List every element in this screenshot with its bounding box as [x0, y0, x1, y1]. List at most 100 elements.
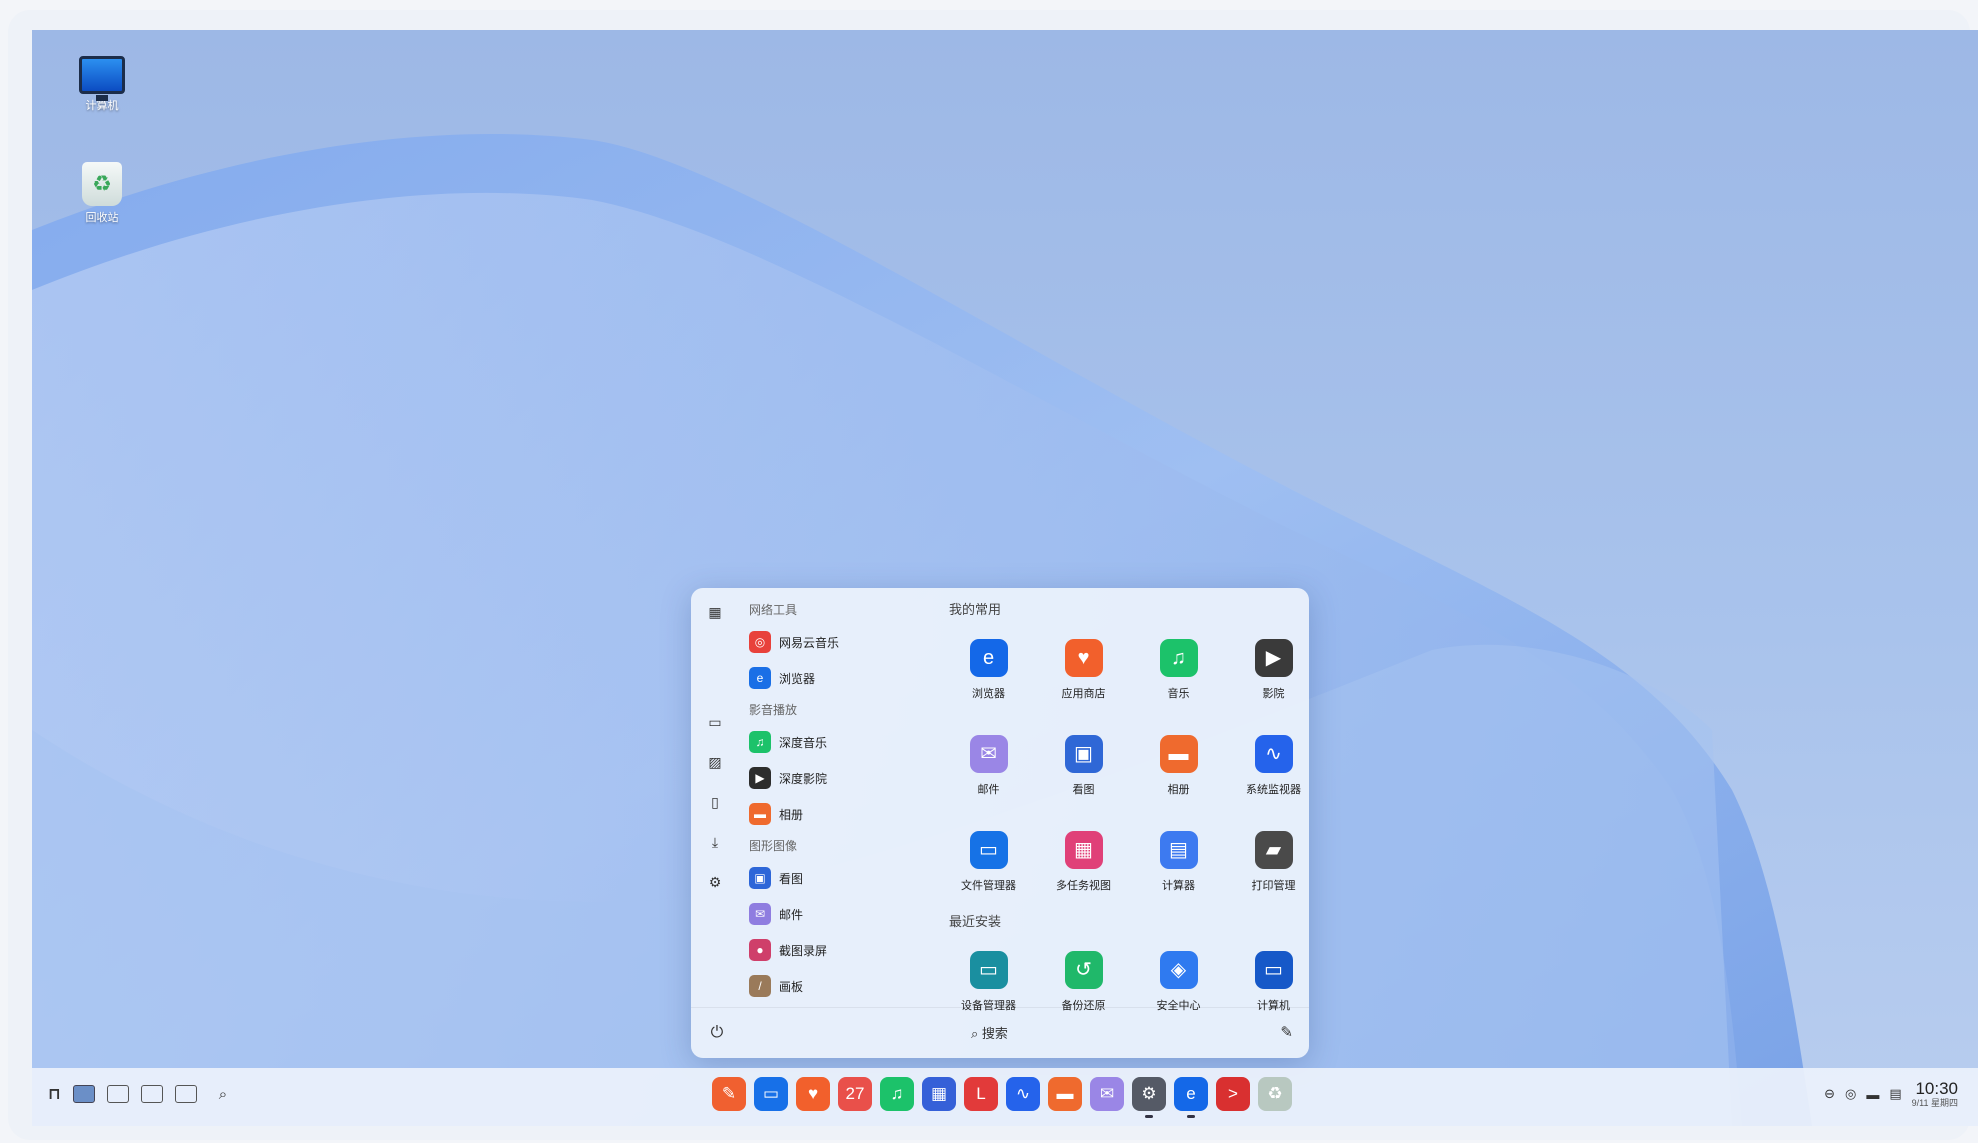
app-icon: ▶ — [749, 767, 771, 789]
input-method-icon[interactable]: ▤ — [1889, 1086, 1901, 1102]
volume-icon[interactable]: ◎ — [1845, 1086, 1856, 1102]
workspace-3[interactable] — [140, 1085, 163, 1103]
grid-app-label: 影院 — [1262, 688, 1285, 700]
app-icon: ▣ — [749, 867, 771, 889]
grid-app-item[interactable]: ✉ 邮件 — [941, 718, 1036, 814]
app-list-label: 相册 — [779, 807, 804, 822]
app-icon: ▭ — [1254, 951, 1293, 989]
grid-app-label: 音乐 — [1167, 688, 1190, 700]
app-icon: ✉ — [969, 735, 1008, 773]
grid-app-item[interactable]: ♥ 应用商店 — [1036, 622, 1131, 718]
app-list-label: 浏览器 — [779, 671, 816, 686]
document-icon[interactable]: ▭ — [705, 712, 725, 732]
app-icon: ↺ — [1064, 951, 1103, 989]
app-list-label: 深度音乐 — [779, 735, 828, 750]
start-menu: ▦ ▭ ▨ ▯ ⤓ ⚙ 网络工具 ◎ 网易云音乐 e 浏览器 影音播放 ♫ 深度音乐 ▶ 深度影院… — [691, 588, 1309, 1058]
app-list-item[interactable]: / 画板 — [749, 968, 899, 1004]
grid-app-label: 打印管理 — [1251, 880, 1296, 892]
picture-icon[interactable]: ▨ — [705, 752, 725, 772]
trash-app[interactable]: ♻ — [1258, 1077, 1292, 1111]
computer-icon — [79, 56, 125, 101]
launchpad-app[interactable]: ▦ — [922, 1077, 956, 1111]
photos-app[interactable]: ▬ — [1048, 1077, 1082, 1111]
display-icon[interactable]: ▬ — [1866, 1087, 1879, 1102]
app-icon: ✉ — [749, 903, 771, 925]
contacts-app[interactable]: L — [964, 1077, 998, 1111]
settings-app[interactable]: ⚙ — [1132, 1077, 1166, 1118]
search-icon[interactable]: ⌕ — [219, 1086, 227, 1103]
grid-app-item[interactable]: ∿ 系统监视器 — [1226, 718, 1321, 814]
taskbar-left: ⊓ ⌕ — [48, 1084, 227, 1104]
app-list-item[interactable]: ♫ 深度音乐 — [749, 724, 899, 760]
app-grid-area: 我的常用 e 浏览器 ♥ 应用商店 ♫ 音乐 ▶ 影院 ✉ 邮件 ▣ 看图 ▬ 相册 ∿ 系统监视器 ▭ 文件管理… — [941, 598, 1301, 1030]
app-list-item[interactable]: ▶ 深度影院 — [749, 760, 899, 796]
browser-app[interactable]: e — [1174, 1077, 1208, 1118]
app-icon: ◈ — [1159, 951, 1198, 989]
app-icon: ▣ — [1064, 735, 1103, 773]
app-list-label: 邮件 — [779, 907, 804, 922]
app-group-title: 影音播放 — [749, 703, 798, 717]
desktop-icon-computer[interactable]: 计算机 — [62, 56, 142, 113]
app-icon: ∿ — [1254, 735, 1293, 773]
system-monitor-app[interactable]: ∿ — [1006, 1077, 1040, 1111]
desktop-icon-label: 回收站 — [85, 212, 119, 224]
app-icon: e — [969, 639, 1008, 677]
folder-app[interactable]: ▭ — [754, 1077, 788, 1111]
search-icon: ⌕ — [971, 1026, 979, 1041]
launcher-icon[interactable]: ⊓ — [48, 1084, 61, 1104]
app-list-label: 看图 — [779, 871, 804, 886]
desktop-icon-trash[interactable]: ♻ 回收站 — [62, 162, 142, 225]
app-list-item[interactable]: ✉ 邮件 — [749, 896, 899, 932]
workspace-4[interactable] — [174, 1085, 197, 1103]
grid-app-label: 文件管理器 — [961, 880, 1016, 892]
app-icon: ● — [749, 939, 771, 961]
app-icon: ◎ — [749, 631, 771, 653]
edit-icon[interactable]: ✎ — [1280, 1023, 1293, 1041]
grid-app-label: 多任务视图 — [1056, 880, 1111, 892]
menu-search[interactable]: ⌕ 搜索 — [971, 1023, 1008, 1042]
settings-icon[interactable]: ⚙ — [705, 872, 725, 892]
workspace-2[interactable] — [106, 1085, 129, 1103]
app-icon: ▬ — [1159, 735, 1198, 773]
clock[interactable]: 10:30 9/11 星期四 — [1911, 1079, 1958, 1109]
app-list-item[interactable]: ▣ 看图 — [749, 860, 899, 896]
grid-app-item[interactable]: ▤ 计算器 — [1131, 814, 1226, 910]
grid-app-item[interactable]: ▭ 文件管理器 — [941, 814, 1036, 910]
grid-app-item[interactable]: ▰ 打印管理 — [1226, 814, 1321, 910]
grid-app-item[interactable]: ▬ 相册 — [1131, 718, 1226, 814]
clock-date: 9/11 星期四 — [1911, 1097, 1958, 1108]
grid-app-item[interactable]: e 浏览器 — [941, 622, 1036, 718]
app-icon: ♥ — [1064, 639, 1103, 677]
app-list-item[interactable]: ◎ 网易云音乐 — [749, 624, 899, 660]
app-store-app[interactable]: ♥ — [796, 1077, 830, 1111]
calendar-app[interactable]: 27 — [838, 1077, 872, 1111]
app-icon: ▬ — [749, 803, 771, 825]
grid-app-label: 邮件 — [977, 784, 1000, 796]
app-list-label: 深度影院 — [779, 771, 828, 786]
power-icon[interactable]: ⏻ — [707, 1023, 727, 1043]
file-manager-app[interactable]: ✎ — [712, 1077, 746, 1111]
mail-app[interactable]: ✉ — [1090, 1077, 1124, 1111]
app-list-item[interactable]: e 浏览器 — [749, 660, 899, 696]
trash-icon: ♻ — [82, 162, 122, 206]
apps-icon[interactable]: ▦ — [705, 602, 725, 622]
network-icon[interactable]: ⊖ — [1824, 1086, 1835, 1102]
dock: ✎ ▭ ♥ 27 ♫ ▦ L ∿ ▬ ✉ ⚙ e > ♻ — [712, 1077, 1292, 1118]
app-icon: ▭ — [969, 831, 1008, 869]
music-app[interactable]: ♫ — [880, 1077, 914, 1111]
grid-app-item[interactable]: ▶ 影院 — [1226, 622, 1321, 718]
app-list-label: 截图录屏 — [779, 943, 828, 958]
app-list-item[interactable]: ▬ 相册 — [749, 796, 899, 832]
file-icon[interactable]: ▯ — [705, 792, 725, 812]
download-icon[interactable]: ⤓ — [705, 832, 725, 852]
grid-app-label: 相册 — [1167, 784, 1190, 796]
workspace-1[interactable] — [72, 1085, 95, 1103]
grid-app-item[interactable]: ▣ 看图 — [1036, 718, 1131, 814]
favorites-title: 我的常用 — [949, 602, 1002, 617]
app-group-title: 图形图像 — [749, 839, 798, 853]
app-list-item[interactable]: ● 截图录屏 — [749, 932, 899, 968]
app-icon: e — [749, 667, 771, 689]
grid-app-item[interactable]: ▦ 多任务视图 — [1036, 814, 1131, 910]
grid-app-item[interactable]: ♫ 音乐 — [1131, 622, 1226, 718]
terminal-app[interactable]: > — [1216, 1077, 1250, 1111]
